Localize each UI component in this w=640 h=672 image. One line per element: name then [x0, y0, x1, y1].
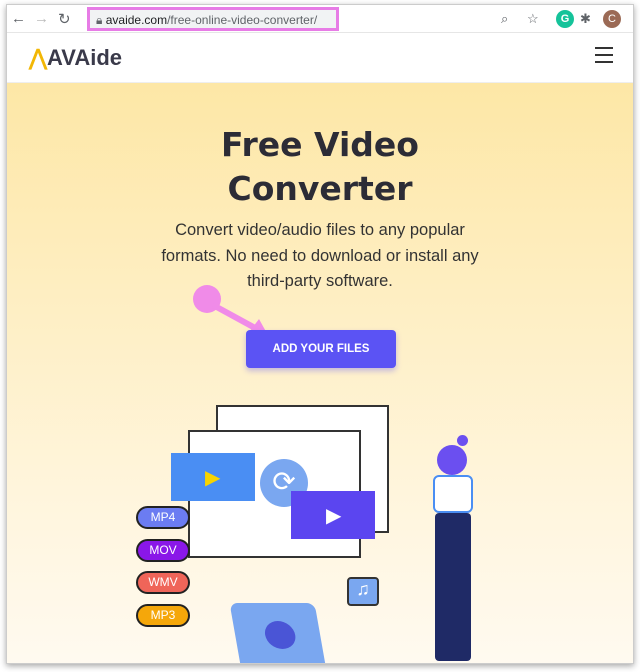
profile-avatar[interactable]: C — [603, 10, 621, 28]
video-thumbnail: ▶ — [291, 491, 375, 539]
page-title: Free Video Converter — [221, 125, 419, 208]
reload-icon[interactable]: ↻ — [58, 10, 71, 28]
format-badge-mov: MOV — [136, 539, 190, 562]
browser-toolbar: ← → ↻ 🔒︎ avaide.com/free-online-video-co… — [7, 5, 633, 33]
video-thumbnail: ▶ — [171, 453, 255, 501]
zoom-icon[interactable]: ⌕ — [501, 11, 508, 27]
site-header: ⋀AVAide — [7, 33, 633, 83]
url-domain: avaide.com — [105, 13, 168, 27]
grammarly-extension-icon[interactable]: G — [556, 10, 574, 28]
add-your-files-button[interactable]: ADD YOUR FILES — [246, 330, 396, 368]
music-note-icon: ♫ — [347, 577, 379, 606]
hamburger-menu-icon[interactable] — [595, 47, 613, 68]
format-badge-mp3: MP3 — [136, 604, 190, 627]
play-icon: ▶ — [205, 467, 221, 489]
back-icon[interactable]: ← — [11, 10, 26, 27]
star-icon[interactable]: ☆ — [527, 11, 539, 27]
hero-section: Free Video Converter Convert video/audio … — [7, 83, 633, 663]
format-badge-wmv: WMV — [136, 571, 190, 594]
play-icon: ▶ — [326, 505, 342, 527]
url-path: /free-online-video-converter/ — [167, 13, 318, 27]
format-badge-mp4: MP4 — [136, 506, 190, 529]
browser-window: ← → ↻ 🔒︎ avaide.com/free-online-video-co… — [6, 4, 634, 664]
forward-icon[interactable]: → — [34, 10, 49, 27]
person-illustration — [427, 435, 487, 663]
laptop-illustration — [229, 603, 326, 663]
lock-icon: 🔒︎ — [96, 13, 106, 27]
extensions-puzzle-icon[interactable]: ✱ — [580, 11, 591, 27]
address-bar[interactable]: 🔒︎ avaide.com/free-online-video-converte… — [87, 7, 339, 31]
site-logo[interactable]: ⋀AVAide — [29, 45, 122, 71]
